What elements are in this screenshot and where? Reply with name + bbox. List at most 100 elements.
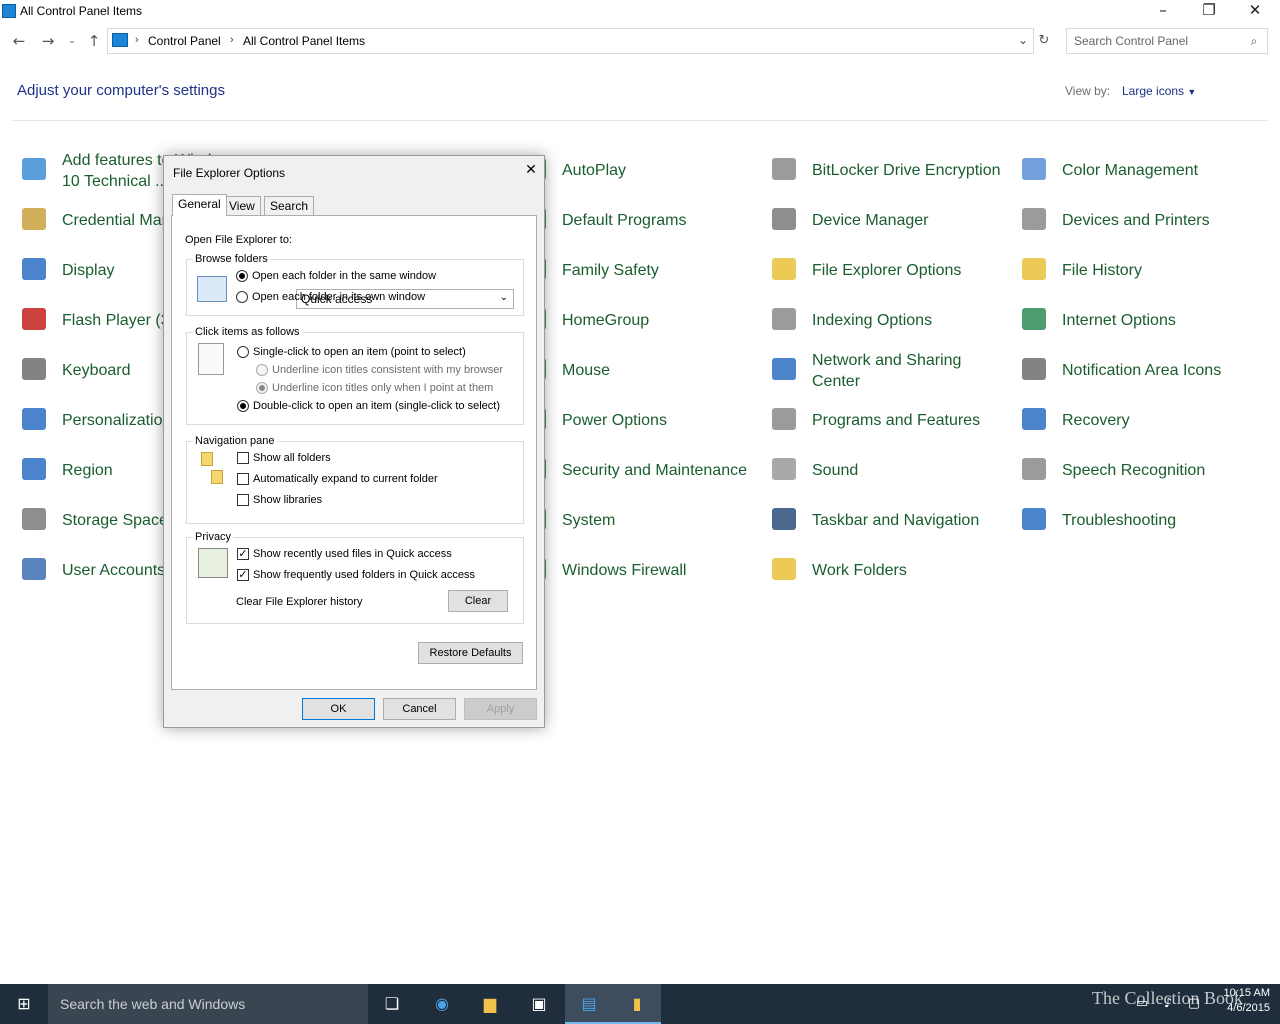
control-panel-item-label[interactable]: Default Programs xyxy=(562,210,687,231)
underline-point-radio[interactable] xyxy=(256,382,268,394)
control-panel-item[interactable]: Indexing Options xyxy=(768,300,1008,344)
restore-defaults-button[interactable]: Restore Defaults xyxy=(418,642,523,664)
same-window-radio[interactable] xyxy=(236,270,248,282)
control-panel-item-label[interactable]: Network and Sharing xyxy=(812,350,961,371)
breadcrumb-all-items[interactable]: All Control Panel Items xyxy=(243,34,365,48)
control-panel-item[interactable]: Recovery xyxy=(1018,400,1258,444)
search-input[interactable]: Search Control Panel xyxy=(1066,28,1268,54)
control-panel-item-label[interactable]: Taskbar and Navigation xyxy=(812,510,979,531)
own-window-radio[interactable] xyxy=(236,291,248,303)
control-panel-item[interactable]: Mouse xyxy=(518,350,758,394)
control-panel-item[interactable]: Flash Player (32-bit) xyxy=(18,300,206,344)
control-panel-item-label[interactable]: Power Options xyxy=(562,410,667,431)
taskbar-search-input[interactable]: Search the web and Windows xyxy=(48,984,368,1024)
cancel-button[interactable]: Cancel xyxy=(383,698,456,720)
control-panel-item-label[interactable]: Indexing Options xyxy=(812,310,932,331)
control-panel-item[interactable]: Programs and Features xyxy=(768,400,1008,444)
underline-point-label[interactable]: Underline icon titles only when I point … xyxy=(272,382,493,394)
control-panel-item[interactable]: User Accounts xyxy=(18,550,166,594)
frequent-folders-label[interactable]: Show frequently used folders in Quick ac… xyxy=(253,569,475,581)
clock[interactable]: 10:15 AM 4/6/2015 xyxy=(1210,986,1270,1016)
address-box[interactable]: › Control Panel › All Control Panel Item… xyxy=(107,28,1034,54)
breadcrumb-control-panel[interactable]: Control Panel xyxy=(148,34,221,48)
dialog-close-button[interactable]: ✕ xyxy=(520,160,542,180)
control-panel-item[interactable]: Speech Recognition xyxy=(1018,450,1258,494)
control-panel-item-label[interactable]: File History xyxy=(1062,260,1142,281)
control-panel-item-label[interactable]: HomeGroup xyxy=(562,310,649,331)
task-view-icon[interactable]: ❏ xyxy=(368,984,416,1024)
forward-arrow-icon[interactable]: → xyxy=(39,32,57,50)
tab-search[interactable]: Search xyxy=(264,196,315,215)
control-panel-item-label[interactable]: Display xyxy=(62,260,114,281)
control-panel-item-label[interactable]: Recovery xyxy=(1062,410,1130,431)
single-click-radio[interactable] xyxy=(237,346,249,358)
store-icon[interactable]: ▣ xyxy=(515,984,563,1024)
browser-icon[interactable]: ◉ xyxy=(418,984,466,1024)
control-panel-item-label[interactable]: Windows Firewall xyxy=(562,560,686,581)
control-panel-item[interactable]: Family Safety xyxy=(518,250,758,294)
control-panel-item-label[interactable]: AutoPlay xyxy=(562,160,626,181)
control-panel-item[interactable]: Security and Maintenance xyxy=(518,450,758,494)
control-panel-item[interactable]: Troubleshooting xyxy=(1018,500,1258,544)
maximize-button[interactable]: ❐ xyxy=(1186,0,1232,22)
underline-browser-label[interactable]: Underline icon titles consistent with my… xyxy=(272,364,503,376)
control-panel-item-label-line2[interactable]: 10 Technical ... xyxy=(62,171,168,192)
control-panel-item-label[interactable]: Speech Recognition xyxy=(1062,460,1205,481)
control-panel-item-label[interactable]: Sound xyxy=(812,460,858,481)
control-panel-item[interactable]: Power Options xyxy=(518,400,758,444)
control-panel-item[interactable]: Color Management xyxy=(1018,150,1258,194)
control-panel-item-label[interactable]: Internet Options xyxy=(1062,310,1176,331)
control-panel-item-label[interactable]: Color Management xyxy=(1062,160,1198,181)
control-panel-item[interactable]: Credential Manager xyxy=(18,200,203,244)
control-panel-item[interactable]: Device Manager xyxy=(768,200,1008,244)
control-panel-item[interactable]: AutoPlay xyxy=(518,150,758,194)
view-by-value[interactable]: Large icons xyxy=(1122,84,1184,98)
control-panel-item[interactable]: Network and Sharing Center xyxy=(768,350,1008,394)
minimize-button[interactable]: – xyxy=(1140,0,1186,22)
control-panel-item[interactable]: Region xyxy=(18,450,166,494)
network-icon[interactable]: ▭ xyxy=(1128,984,1156,1024)
single-click-label[interactable]: Single-click to open an item (point to s… xyxy=(253,346,466,358)
chevron-right-icon[interactable]: › xyxy=(230,34,234,46)
control-panel-item-label[interactable]: Personalization xyxy=(62,410,171,431)
control-panel-item[interactable]: Work Folders xyxy=(768,550,1008,594)
control-panel-item[interactable]: File Explorer Options xyxy=(768,250,1008,294)
refresh-icon[interactable]: ↻ xyxy=(1035,32,1053,50)
auto-expand-label[interactable]: Automatically expand to current folder xyxy=(253,473,438,485)
control-panel-item[interactable]: Devices and Printers xyxy=(1018,200,1258,244)
recent-files-checkbox[interactable]: ✓ xyxy=(237,548,249,560)
folder-options-taskbar-icon[interactable]: ▮ xyxy=(613,984,661,1024)
control-panel-item-label[interactable]: System xyxy=(562,510,615,531)
recent-locations-icon[interactable]: ⌄ xyxy=(63,32,81,50)
control-panel-item-label[interactable]: Notification Area Icons xyxy=(1062,360,1221,381)
control-panel-item-label[interactable]: Region xyxy=(62,460,113,481)
control-panel-item[interactable]: Add features to Windows 10 Technical ... xyxy=(18,150,240,194)
control-panel-item-label[interactable]: Troubleshooting xyxy=(1062,510,1176,531)
ok-button[interactable]: OK xyxy=(302,698,375,720)
close-button[interactable]: ✕ xyxy=(1232,0,1278,22)
control-panel-item[interactable]: Taskbar and Navigation xyxy=(768,500,1008,544)
double-click-label[interactable]: Double-click to open an item (single-cli… xyxy=(253,400,500,412)
control-panel-item[interactable]: Notification Area Icons xyxy=(1018,350,1258,394)
control-panel-item-label[interactable]: Work Folders xyxy=(812,560,907,581)
apply-button[interactable]: Apply xyxy=(464,698,537,720)
file-explorer-icon[interactable]: ▆ xyxy=(466,984,514,1024)
control-panel-item[interactable]: System xyxy=(518,500,758,544)
volume-icon[interactable]: ♪ xyxy=(1154,984,1182,1024)
control-panel-item-label[interactable]: Device Manager xyxy=(812,210,929,231)
search-icon[interactable]: ⌕ xyxy=(1245,32,1263,50)
same-window-label[interactable]: Open each folder in the same window xyxy=(252,270,436,282)
show-libraries-label[interactable]: Show libraries xyxy=(253,494,322,506)
control-panel-item[interactable]: Internet Options xyxy=(1018,300,1258,344)
control-panel-taskbar-icon[interactable]: ▤ xyxy=(565,984,613,1024)
control-panel-item[interactable]: File History xyxy=(1018,250,1258,294)
action-center-icon[interactable]: ▢ xyxy=(1180,984,1208,1024)
show-all-folders-label[interactable]: Show all folders xyxy=(253,452,331,464)
control-panel-item[interactable]: Windows Firewall xyxy=(518,550,758,594)
control-panel-item-label[interactable]: Security and Maintenance xyxy=(562,460,747,481)
control-panel-item-label[interactable]: BitLocker Drive Encryption xyxy=(812,160,1001,181)
control-panel-item[interactable]: Storage Spaces xyxy=(18,500,176,544)
control-panel-item[interactable]: Personalization xyxy=(18,400,171,444)
control-panel-item[interactable]: Keyboard xyxy=(18,350,166,394)
control-panel-item-label[interactable]: Devices and Printers xyxy=(1062,210,1210,231)
